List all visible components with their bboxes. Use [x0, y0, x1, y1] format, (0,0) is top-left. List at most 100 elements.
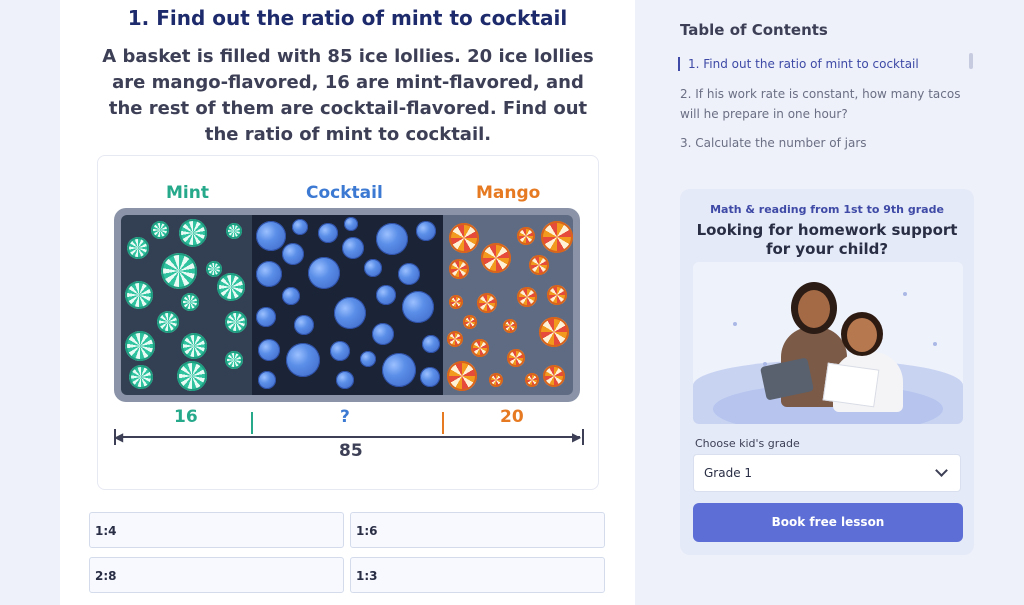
mango-candy — [463, 315, 477, 329]
cocktail-label: Cocktail — [306, 183, 383, 203]
promo-headline: Looking for homework support for your ch… — [696, 221, 958, 258]
cocktail-candies-panel — [252, 215, 443, 395]
mango-candy — [489, 373, 503, 387]
total-count: 85 — [339, 441, 363, 461]
toc-scrollbar[interactable] — [969, 53, 973, 69]
mango-candy — [447, 361, 477, 391]
cocktail-count-unknown: ? — [340, 407, 350, 427]
mango-candy — [481, 243, 511, 273]
mint-candy — [157, 311, 179, 333]
answer-option-3[interactable]: 2:8 — [89, 557, 344, 593]
mango-candies-panel — [443, 215, 573, 395]
cocktail-candy — [286, 343, 320, 377]
question-text: A basket is filled with 85 ice lollies. … — [102, 46, 594, 145]
cocktail-candy — [376, 285, 396, 305]
child-face — [847, 318, 877, 352]
cocktail-candy — [334, 297, 366, 329]
mango-candy — [541, 221, 573, 253]
cocktail-candy — [416, 221, 436, 241]
toc-item-3[interactable]: 3. Calculate the number of jars — [680, 133, 970, 153]
lesson-panel: 1. Find out the ratio of mint to cocktai… — [60, 0, 635, 605]
mango-candy — [547, 285, 567, 305]
mango-candy — [503, 319, 517, 333]
cocktail-candy — [364, 259, 382, 277]
total-scale-line — [118, 436, 580, 438]
cocktail-candy — [258, 371, 276, 389]
cocktail-candy — [344, 217, 358, 231]
mint-candy — [181, 293, 199, 311]
mango-candy — [517, 287, 537, 307]
cocktail-candy — [282, 287, 300, 305]
mint-candy — [151, 221, 169, 239]
illustration-card: Mint Cocktail Mango 16 ? 20 ◀ ▶ 85 — [97, 155, 599, 490]
mint-candies-panel — [121, 215, 252, 395]
cocktail-candy — [402, 291, 434, 323]
mint-candy — [226, 223, 242, 239]
toc-item-1[interactable]: 1. Find out the ratio of mint to cocktai… — [678, 57, 978, 71]
cocktail-candy — [398, 263, 420, 285]
cocktail-candy — [258, 339, 280, 361]
toc-item-2[interactable]: 2. If his work rate is constant, how man… — [680, 84, 970, 124]
cocktail-candy — [330, 341, 350, 361]
cocktail-candy — [282, 243, 304, 265]
question-title: 1. Find out the ratio of mint to cocktai… — [127, 6, 568, 30]
open-book — [822, 362, 880, 408]
mango-candy — [449, 259, 469, 279]
book-free-lesson-button[interactable]: Book free lesson — [693, 503, 963, 542]
answer-option-2[interactable]: 1:6 — [350, 512, 605, 548]
promo-card: Math & reading from 1st to 9th grade Loo… — [680, 189, 974, 555]
cocktail-candy — [376, 223, 408, 255]
cocktail-candy — [422, 335, 440, 353]
mango-candy — [529, 255, 549, 275]
mint-candy — [125, 281, 153, 309]
cocktail-candy — [256, 261, 282, 287]
candy-box — [114, 208, 580, 402]
grade-select[interactable]: Grade 1 — [693, 454, 961, 492]
mint-candy — [179, 219, 207, 247]
cocktail-candy — [342, 237, 364, 259]
mint-candy — [161, 253, 197, 289]
cocktail-candy — [420, 367, 440, 387]
mint-candy — [217, 273, 245, 301]
mango-candy — [517, 227, 535, 245]
mango-count: 20 — [500, 407, 524, 427]
cocktail-candy — [372, 323, 394, 345]
mango-candy — [507, 349, 525, 367]
arrow-right-icon: ▶ — [572, 430, 582, 444]
mango-candy — [449, 223, 479, 253]
decor-dot — [903, 292, 907, 296]
cocktail-candy — [292, 219, 308, 235]
cocktail-candy — [360, 351, 376, 367]
mint-candy — [225, 351, 243, 369]
mango-candy — [525, 373, 539, 387]
mango-candy — [447, 331, 463, 347]
cocktail-candy — [256, 221, 286, 251]
cocktail-candy — [308, 257, 340, 289]
mango-divider-tick — [442, 412, 444, 434]
answer-option-4[interactable]: 1:3 — [350, 557, 605, 593]
decor-dot — [733, 322, 737, 326]
mint-candy — [177, 361, 207, 391]
chevron-down-icon — [935, 464, 948, 477]
arrow-left-icon: ◀ — [114, 430, 124, 444]
cocktail-candy — [382, 353, 416, 387]
mint-divider-tick — [251, 412, 253, 434]
mother-face — [798, 290, 830, 328]
mango-candy — [449, 295, 463, 309]
decor-dot — [933, 342, 937, 346]
mint-candy — [129, 365, 153, 389]
mint-candy — [206, 261, 222, 277]
mint-candy — [125, 331, 155, 361]
grade-select-label: Choose kid's grade — [695, 437, 800, 450]
mint-candy — [225, 311, 247, 333]
mint-candy — [127, 237, 149, 259]
promo-photo — [693, 262, 963, 424]
mango-candy — [539, 317, 569, 347]
mint-label: Mint — [166, 183, 209, 203]
mango-candy — [471, 339, 489, 357]
cocktail-candy — [336, 371, 354, 389]
cocktail-candy — [294, 315, 314, 335]
answer-option-1[interactable]: 1:4 — [89, 512, 344, 548]
toc-title: Table of Contents — [680, 21, 828, 39]
mango-label: Mango — [476, 183, 541, 203]
